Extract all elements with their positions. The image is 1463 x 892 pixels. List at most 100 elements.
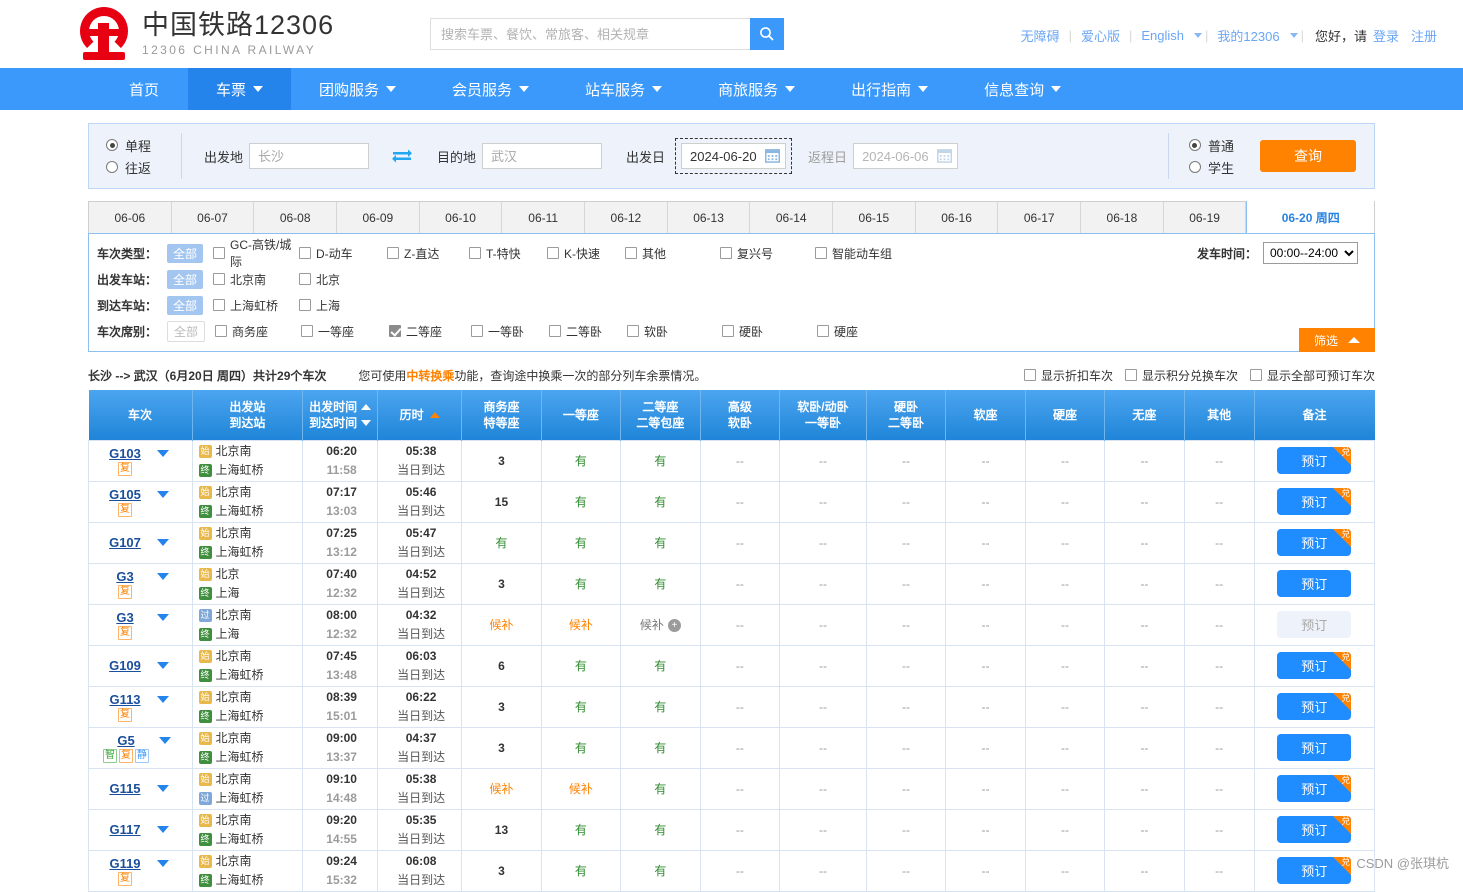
filter-checkbox-1-8[interactable]: 智能动车组 (815, 245, 910, 262)
book-button[interactable]: 预订兑 (1277, 693, 1351, 720)
search-input[interactable] (430, 18, 750, 50)
train-number-link[interactable]: G119 (109, 856, 140, 871)
filter-checkbox-4-6[interactable]: 软卧 (627, 323, 722, 340)
filter-checkbox-4-8[interactable]: 硬座 (817, 323, 912, 340)
train-number-link[interactable]: G3 (116, 569, 133, 584)
expand-train-details-icon[interactable] (157, 491, 169, 498)
book-button[interactable]: 预订兑 (1277, 816, 1351, 843)
expand-train-details-icon[interactable] (157, 573, 169, 580)
filter-all-badge[interactable]: 全部 (167, 321, 205, 342)
date-tab-14[interactable]: 06-19 (1164, 202, 1247, 233)
train-number-link[interactable]: G117 (109, 822, 140, 837)
add-candidate-icon[interactable]: + (668, 619, 681, 632)
train-number-link[interactable]: G107 (109, 535, 141, 550)
date-tab-3[interactable]: 06-08 (254, 202, 337, 233)
to-input[interactable] (482, 143, 602, 169)
train-number-link[interactable]: G113 (109, 692, 140, 707)
filter-checkbox-1-7[interactable]: 复兴号 (720, 245, 815, 262)
link-my12306[interactable]: 我的12306 (1217, 26, 1279, 45)
nav-item-5[interactable]: 站车服务 (557, 68, 690, 110)
date-tab-6[interactable]: 06-11 (502, 202, 585, 233)
expand-train-details-icon[interactable] (157, 614, 169, 621)
expand-train-details-icon[interactable] (157, 539, 169, 546)
swap-stations-button[interactable] (389, 145, 415, 167)
expand-train-details-icon[interactable] (157, 662, 169, 669)
filter-checkbox-1-6[interactable]: 其他 (625, 245, 720, 262)
expand-train-details-icon[interactable] (157, 826, 169, 833)
sort-descending-icon[interactable] (361, 420, 371, 426)
date-tab-15[interactable]: 06-20 周四 (1246, 201, 1374, 234)
summary-toggle-3[interactable]: 显示全部可预订车次 (1250, 367, 1375, 384)
register-link[interactable]: 注册 (1411, 26, 1437, 45)
book-button[interactable]: 预订兑 (1277, 652, 1351, 679)
book-button[interactable]: 预订 (1277, 570, 1351, 597)
expand-train-details-icon[interactable] (159, 737, 171, 744)
filter-checkbox-4-4[interactable]: 一等卧 (471, 323, 549, 340)
train-number-link[interactable]: G103 (109, 446, 141, 461)
column-header-3[interactable]: 出发时间到达时间 (303, 390, 378, 440)
return-date-input[interactable] (853, 143, 958, 169)
nav-item-8[interactable]: 信息查询 (956, 68, 1089, 110)
search-button[interactable] (750, 18, 784, 50)
filter-checkbox-3-2[interactable]: 上海 (299, 297, 387, 314)
train-number-link[interactable]: G3 (116, 610, 133, 625)
expand-train-details-icon[interactable] (157, 696, 169, 703)
filter-checkbox-1-3[interactable]: Z-直达 (387, 245, 469, 262)
filter-all-badge[interactable]: 全部 (167, 270, 203, 289)
book-button[interactable]: 预订兑 (1277, 529, 1351, 556)
book-button[interactable]: 预订兑 (1277, 775, 1351, 802)
nav-item-7[interactable]: 出行指南 (823, 68, 956, 110)
link-accessibility[interactable]: 无障碍 (1021, 26, 1060, 45)
radio-round-trip[interactable]: 往返 (106, 156, 181, 178)
link-love-edition[interactable]: 爱心版 (1081, 26, 1120, 45)
filter-checkbox-1-5[interactable]: K-快速 (547, 245, 625, 262)
filter-checkbox-4-2[interactable]: 一等座 (301, 323, 389, 340)
book-button[interactable]: 预订 (1277, 734, 1351, 761)
radio-student[interactable]: 学生 (1189, 156, 1234, 178)
filter-all-badge[interactable]: 全部 (167, 296, 203, 315)
sort-ascending-icon[interactable] (430, 412, 440, 418)
train-number-link[interactable]: G109 (109, 658, 141, 673)
filter-toggle-button[interactable]: 筛选 (1299, 328, 1375, 352)
filter-checkbox-1-2[interactable]: D-动车 (299, 245, 387, 262)
radio-one-way[interactable]: 单程 (106, 134, 181, 156)
logo[interactable]: 中国铁路12306 12306 CHINA RAILWAY (78, 7, 334, 61)
login-link[interactable]: 登录 (1373, 26, 1399, 45)
date-tab-10[interactable]: 06-15 (833, 202, 916, 233)
filter-checkbox-1-1[interactable]: GC-高铁/城际 (213, 236, 299, 270)
radio-normal[interactable]: 普通 (1189, 134, 1234, 156)
filter-checkbox-4-5[interactable]: 二等卧 (549, 323, 627, 340)
sort-ascending-icon[interactable] (361, 404, 371, 410)
nav-item-1[interactable]: 首页 (100, 68, 188, 110)
train-number-link[interactable]: G115 (109, 781, 140, 796)
nav-item-2[interactable]: 车票 (188, 68, 291, 110)
date-tab-8[interactable]: 06-13 (668, 202, 751, 233)
depart-time-select[interactable]: 00:00--24:0000:00--06:0006:00--12:0012:0… (1263, 242, 1358, 264)
from-input[interactable] (249, 143, 369, 169)
date-tab-11[interactable]: 06-16 (916, 202, 999, 233)
train-number-link[interactable]: G105 (109, 487, 141, 502)
date-tab-5[interactable]: 06-10 (420, 202, 503, 233)
train-number-link[interactable]: G5 (117, 733, 134, 748)
date-tab-9[interactable]: 06-14 (750, 202, 833, 233)
summary-toggle-2[interactable]: 显示积分兑换车次 (1125, 367, 1238, 384)
nav-item-3[interactable]: 团购服务 (291, 68, 424, 110)
date-tab-4[interactable]: 06-09 (337, 202, 420, 233)
filter-checkbox-3-1[interactable]: 上海虹桥 (213, 297, 299, 314)
filter-checkbox-2-1[interactable]: 北京南 (213, 271, 299, 288)
nav-item-6[interactable]: 商旅服务 (690, 68, 823, 110)
filter-checkbox-2-2[interactable]: 北京 (299, 271, 387, 288)
date-tab-1[interactable]: 06-06 (89, 202, 172, 233)
transfer-link[interactable]: 中转换乘 (406, 369, 454, 383)
filter-checkbox-1-4[interactable]: T-特快 (469, 245, 547, 262)
expand-train-details-icon[interactable] (157, 785, 169, 792)
book-button[interactable]: 预订兑 (1277, 447, 1351, 474)
filter-checkbox-4-3[interactable]: 二等座 (389, 323, 471, 340)
date-tab-2[interactable]: 06-07 (172, 202, 255, 233)
filter-checkbox-4-1[interactable]: 商务座 (215, 323, 301, 340)
summary-toggle-1[interactable]: 显示折扣车次 (1024, 367, 1113, 384)
book-button[interactable]: 预订兑 (1277, 488, 1351, 515)
date-tab-12[interactable]: 06-17 (998, 202, 1081, 233)
filter-all-badge[interactable]: 全部 (167, 244, 203, 263)
date-tab-13[interactable]: 06-18 (1081, 202, 1164, 233)
